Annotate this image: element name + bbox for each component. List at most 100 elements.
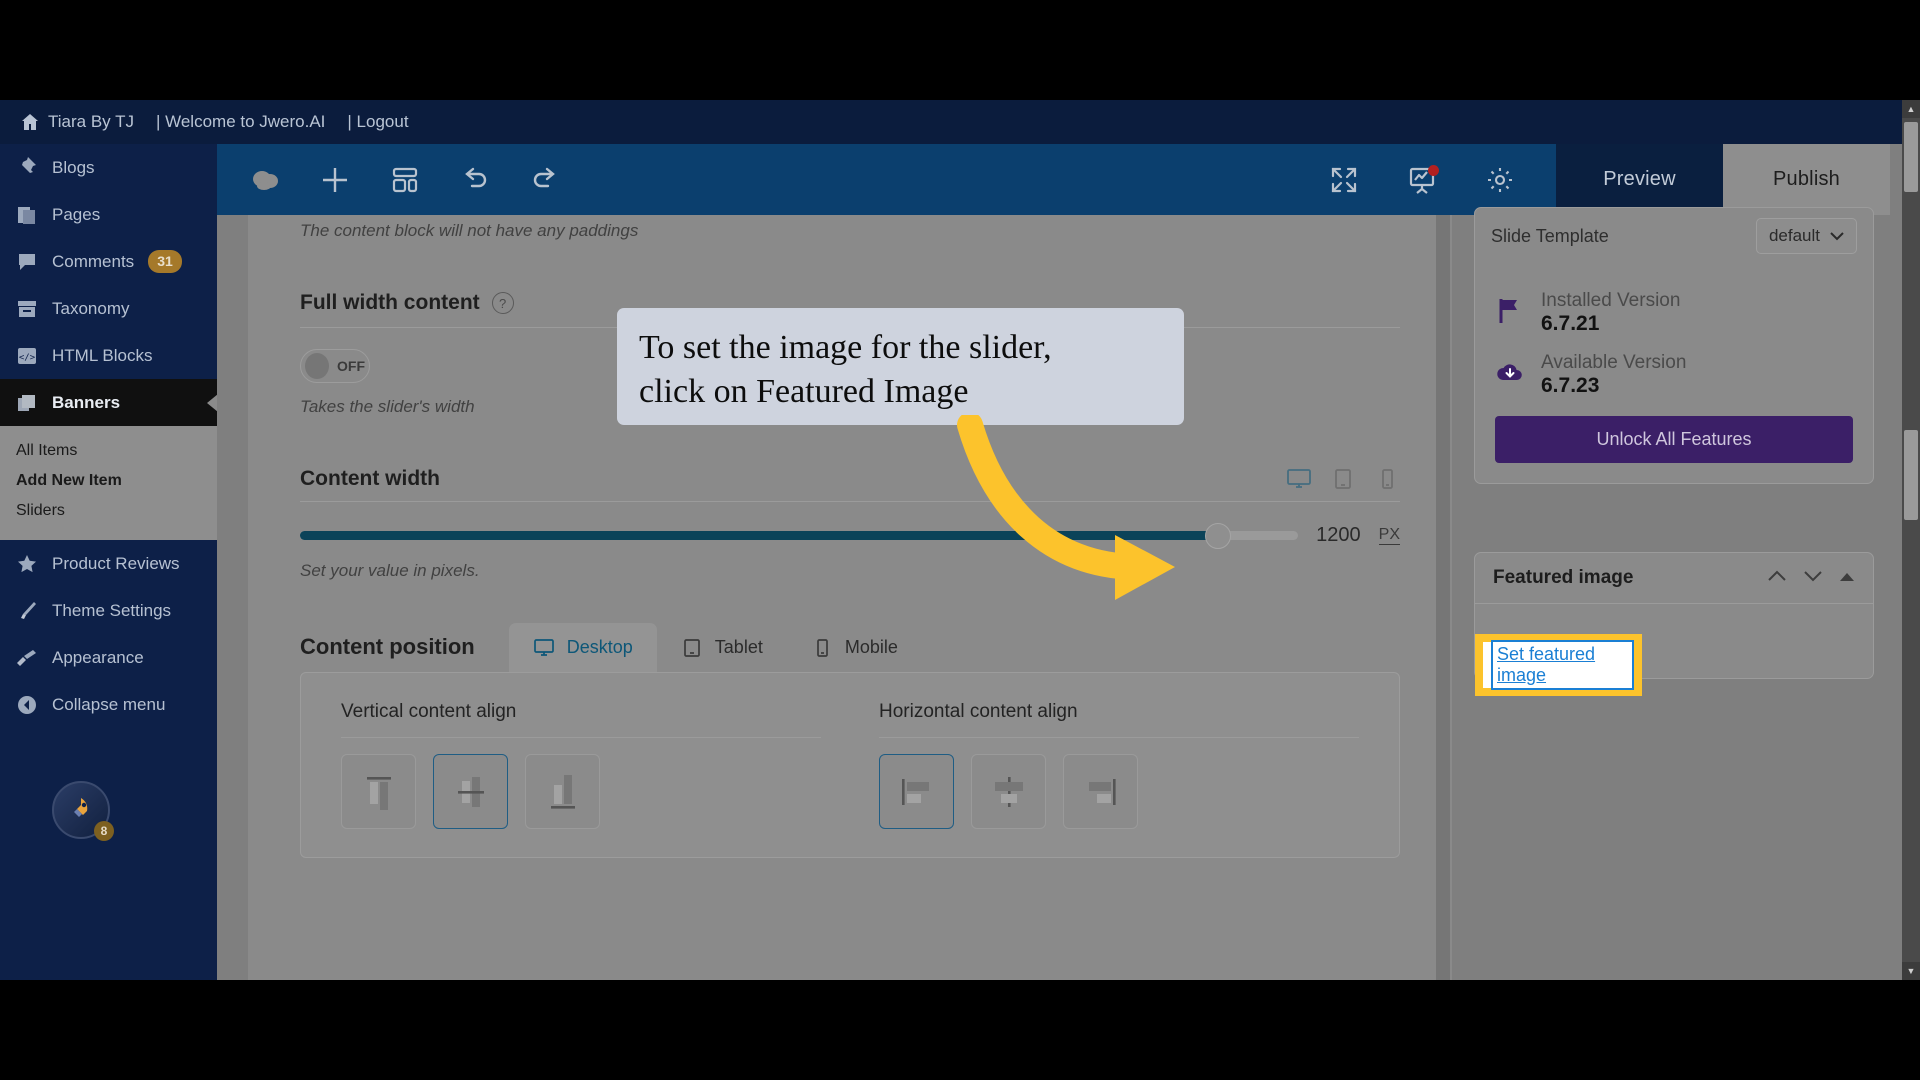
- redo-icon[interactable]: [523, 158, 567, 202]
- preview-button[interactable]: Preview: [1556, 144, 1723, 215]
- tab-mobile[interactable]: Mobile: [787, 623, 922, 672]
- content-position-tabs: Content position Desktop Tablet Mobile: [300, 623, 1400, 672]
- content-width-device-icons: [1286, 468, 1400, 490]
- set-featured-image-highlight: Set featured image: [1475, 634, 1642, 696]
- sidebar-item-label: Blogs: [52, 157, 95, 177]
- submenu-item-sliders[interactable]: Sliders: [0, 496, 217, 526]
- rocket-widget[interactable]: 8: [52, 781, 114, 841]
- layout-icon[interactable]: [383, 158, 427, 202]
- sidebar-item-label: Comments: [52, 251, 135, 271]
- sidebar-item-label: Pages: [52, 204, 101, 224]
- align-option-right[interactable]: [1063, 754, 1138, 829]
- wp-admin-bar: Tiara By TJ | Welcome to Jwero.AI | Logo…: [0, 100, 1920, 144]
- slider-handle[interactable]: [1205, 522, 1232, 549]
- admin-sidebar: Blogs Pages Comments 31 Taxonomy </> HTM…: [0, 144, 218, 980]
- slide-template-select[interactable]: default: [1755, 218, 1857, 254]
- comments-count-badge: 31: [148, 250, 182, 273]
- sidebar-item-banners[interactable]: Banners: [0, 379, 218, 426]
- brush-icon: [16, 600, 38, 622]
- content-width-unit[interactable]: PX: [1378, 526, 1400, 545]
- undo-icon[interactable]: [453, 158, 497, 202]
- toolbar-right-group: Preview Publish: [1288, 144, 1890, 215]
- chevron-up-icon[interactable]: [1767, 569, 1787, 587]
- instruction-callout: To set the image for the slider, click o…: [617, 308, 1184, 425]
- layers-icon: [16, 392, 38, 414]
- site-name-item[interactable]: Tiara By TJ: [12, 112, 142, 132]
- logout-link[interactable]: | Logout: [339, 112, 416, 132]
- vertical-align-group: Vertical content align: [341, 701, 821, 829]
- gear-icon[interactable]: [1478, 158, 1522, 202]
- paintroller-icon: [16, 647, 38, 669]
- desktop-icon: [533, 638, 555, 658]
- full-width-toggle[interactable]: OFF: [300, 349, 370, 383]
- available-version-row: Available Version 6.7.23: [1475, 352, 1873, 398]
- plus-icon[interactable]: [313, 158, 357, 202]
- available-version-value: 6.7.23: [1541, 374, 1600, 397]
- sidebar-item-collapse-menu[interactable]: Collapse menu: [0, 681, 217, 728]
- sidebar-item-appearance[interactable]: Appearance: [0, 634, 217, 681]
- content-width-hint: Set your value in pixels.: [300, 561, 480, 580]
- sidebar-item-label: Banners: [52, 392, 121, 412]
- welcome-item: | Welcome to Jwero.AI: [155, 112, 326, 131]
- slide-template-row: Slide Template default: [1475, 208, 1873, 268]
- callout-line-2: click on Featured Image: [639, 372, 969, 410]
- tablet-icon: [681, 638, 703, 658]
- featured-image-title: Featured image: [1493, 567, 1634, 588]
- align-option-top[interactable]: [341, 754, 416, 829]
- tab-label: Desktop: [566, 637, 633, 657]
- scrollbar-thumb-lower[interactable]: [1904, 430, 1918, 520]
- window-scrollbar[interactable]: ▲ ▼: [1902, 100, 1920, 980]
- inner-scrollbar[interactable]: [1436, 215, 1450, 980]
- desktop-icon[interactable]: [1286, 468, 1312, 490]
- stats-icon[interactable]: [1400, 158, 1444, 202]
- sidebar-item-theme-settings[interactable]: Theme Settings: [0, 587, 217, 634]
- cloud-save-icon[interactable]: [243, 158, 287, 202]
- content-position-label: Content position: [300, 634, 475, 659]
- unlock-all-features-button[interactable]: Unlock All Features: [1495, 416, 1853, 463]
- scroll-down-arrow-icon[interactable]: ▼: [1902, 962, 1920, 980]
- pages-icon: [16, 204, 38, 226]
- editor-toolbar: Preview Publish: [217, 144, 1890, 215]
- content-width-title: Content width: [300, 467, 440, 490]
- sidebar-item-label: HTML Blocks: [52, 345, 153, 365]
- sidebar-item-label: Appearance: [52, 647, 144, 667]
- fullscreen-icon[interactable]: [1322, 158, 1366, 202]
- tab-desktop[interactable]: Desktop: [508, 623, 657, 672]
- tab-tablet[interactable]: Tablet: [657, 623, 787, 672]
- sidebar-item-pages[interactable]: Pages: [0, 191, 217, 238]
- content-width-slider-row: 1200 PX: [300, 522, 1400, 549]
- chevron-down-icon[interactable]: [1803, 569, 1823, 587]
- help-icon[interactable]: ?: [491, 292, 514, 314]
- sidebar-item-html-blocks[interactable]: </> HTML Blocks: [0, 332, 217, 379]
- scroll-up-arrow-icon[interactable]: ▲: [1902, 100, 1920, 118]
- sidebar-item-taxonomy[interactable]: Taxonomy: [0, 285, 217, 332]
- sidebar-item-comments[interactable]: Comments 31: [0, 238, 217, 285]
- align-option-center[interactable]: [971, 754, 1046, 829]
- banners-submenu: All Items Add New Item Sliders: [0, 426, 217, 540]
- mobile-icon[interactable]: [1374, 468, 1400, 490]
- set-featured-image-link[interactable]: Set featured image: [1497, 644, 1595, 685]
- sidebar-item-product-reviews[interactable]: Product Reviews: [0, 540, 217, 587]
- flag-icon: [1495, 296, 1525, 326]
- align-option-left[interactable]: [879, 754, 954, 829]
- vertical-align-title: Vertical content align: [341, 701, 517, 722]
- sidebar-item-label: Taxonomy: [52, 298, 130, 318]
- sidebar-item-label: Product Reviews: [52, 553, 180, 573]
- installed-version-value: 6.7.21: [1541, 312, 1600, 335]
- submenu-item-add-new-item[interactable]: Add New Item: [0, 466, 217, 496]
- cloud-download-icon: [1495, 358, 1525, 388]
- caret-up-icon[interactable]: [1839, 569, 1855, 587]
- horizontal-align-title: Horizontal content align: [879, 701, 1078, 722]
- sidebar-item-blogs[interactable]: Blogs: [0, 144, 217, 191]
- set-featured-image-focus-ring[interactable]: Set featured image: [1491, 640, 1634, 690]
- align-option-middle[interactable]: [433, 754, 508, 829]
- tablet-icon[interactable]: [1330, 468, 1356, 490]
- collapse-icon: [16, 694, 38, 716]
- sidebar-item-label: Theme Settings: [52, 600, 172, 620]
- align-option-bottom[interactable]: [525, 754, 600, 829]
- submenu-item-all-items[interactable]: All Items: [0, 436, 217, 466]
- scrollbar-thumb[interactable]: [1904, 122, 1918, 192]
- publish-button[interactable]: Publish: [1723, 144, 1890, 215]
- sidebar-item-label: Collapse menu: [52, 694, 166, 714]
- home-icon: [20, 112, 40, 132]
